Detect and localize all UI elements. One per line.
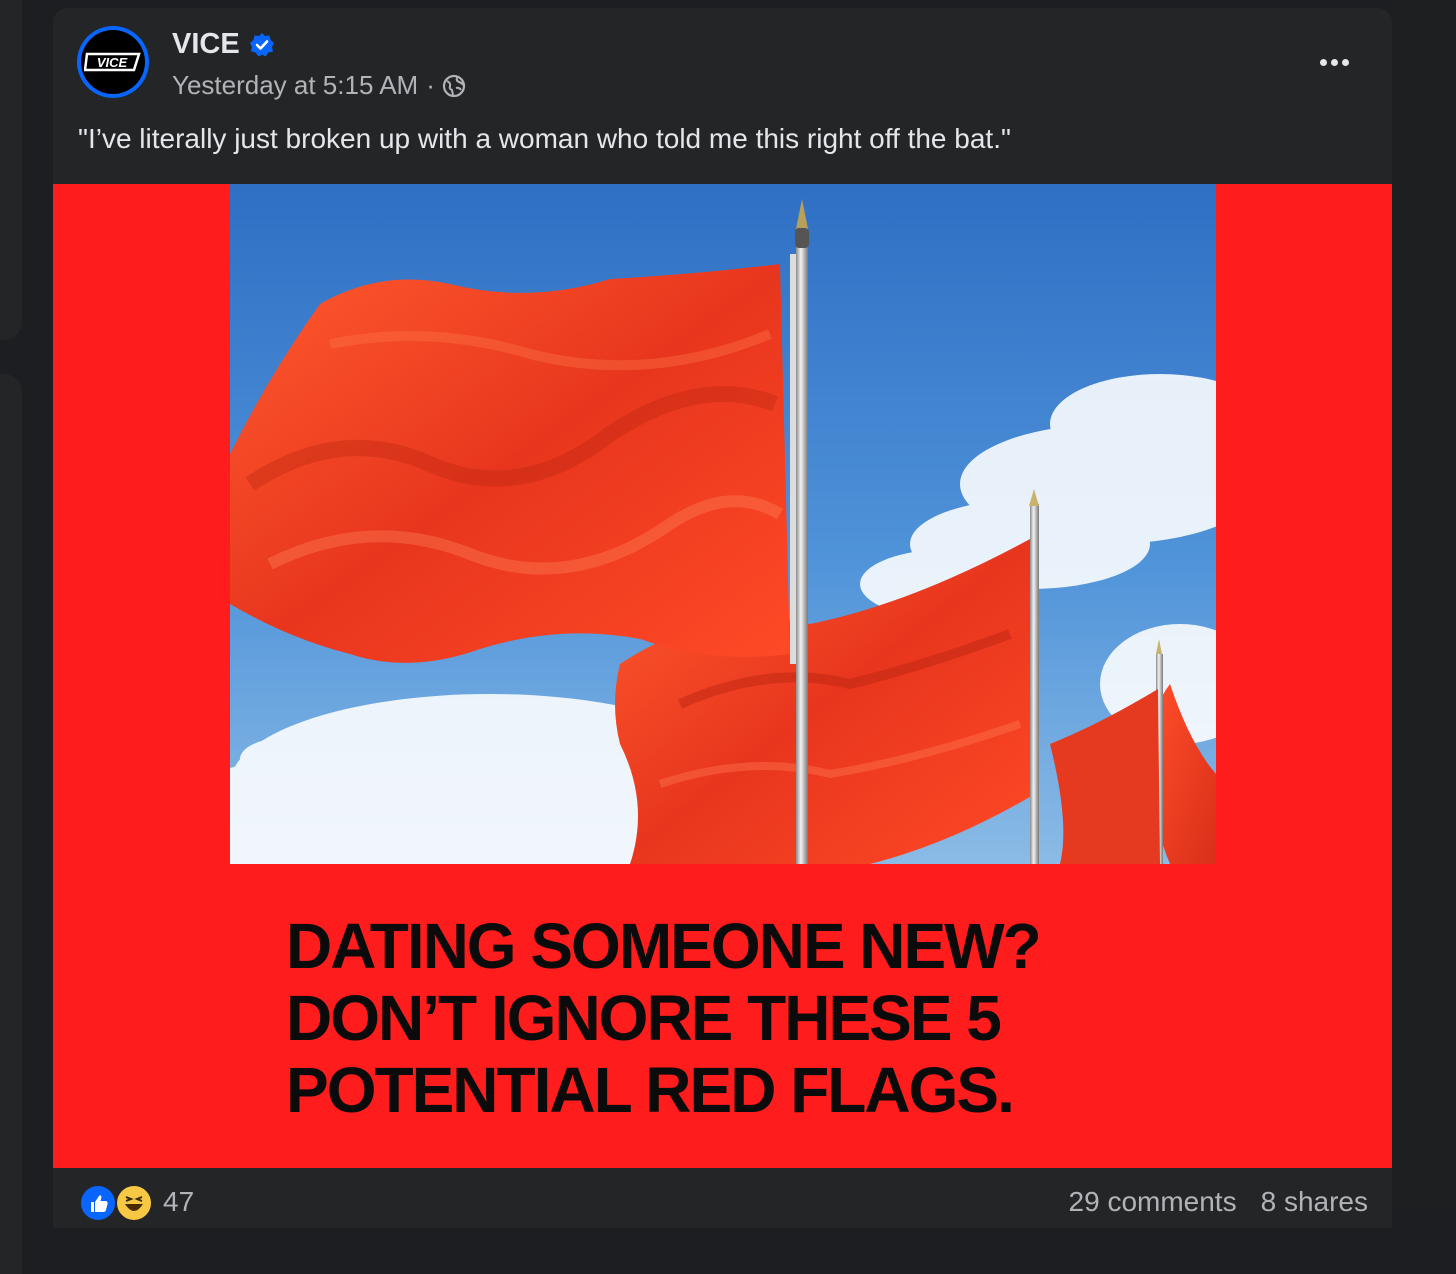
post-footer: 47 29 comments 8 shares (53, 1168, 1392, 1228)
more-options-dot (1330, 58, 1338, 66)
globe-icon[interactable] (442, 74, 466, 98)
image-headline: DATING SOMEONE NEW? DON’T IGNORE THESE 5… (286, 910, 1042, 1126)
avatar-logo-text: VICE (97, 55, 128, 70)
more-options-icon (1319, 58, 1327, 66)
headline-line: DON’T IGNORE THESE 5 (286, 982, 1002, 1054)
post-image[interactable]: DATING SOMEONE NEW? DON’T IGNORE THESE 5… (53, 184, 1392, 1168)
avatar-logo: VICE (81, 30, 145, 94)
post-caption: "I’ve literally just broken up with a wo… (78, 123, 1011, 154)
headline-line: DATING SOMEONE NEW? (286, 910, 1042, 982)
shares-count-link[interactable]: 8 shares (1261, 1186, 1368, 1218)
page-name-link[interactable]: VICE (172, 28, 240, 61)
red-flags-photo (230, 184, 1216, 864)
verified-badge-icon (250, 33, 274, 57)
headline-line: POTENTIAL RED FLAGS. (286, 1054, 1015, 1126)
meta-separator: · (426, 70, 435, 100)
post-timestamp-link[interactable]: Yesterday at 5:15 AM (172, 70, 418, 101)
right-gutter (1392, 0, 1456, 1208)
like-icon[interactable] (79, 1184, 117, 1222)
adjacent-card-bottom (0, 374, 22, 1274)
vice-logo-icon: VICE (84, 52, 141, 72)
page-avatar[interactable]: VICE (77, 26, 149, 98)
more-options-dot (1341, 58, 1349, 66)
adjacent-card-top (0, 0, 22, 340)
more-options-button[interactable] (1308, 42, 1360, 82)
feed-post: VICE VICE Yesterday at 5:15 AM · "I’ve l… (53, 8, 1392, 1228)
reaction-count[interactable]: 47 (163, 1186, 194, 1218)
post-stats: 29 comments 8 shares (1069, 1186, 1368, 1218)
comments-count-link[interactable]: 29 comments (1069, 1186, 1237, 1218)
post-meta: Yesterday at 5:15 AM · (172, 70, 466, 101)
haha-icon[interactable] (115, 1184, 153, 1222)
